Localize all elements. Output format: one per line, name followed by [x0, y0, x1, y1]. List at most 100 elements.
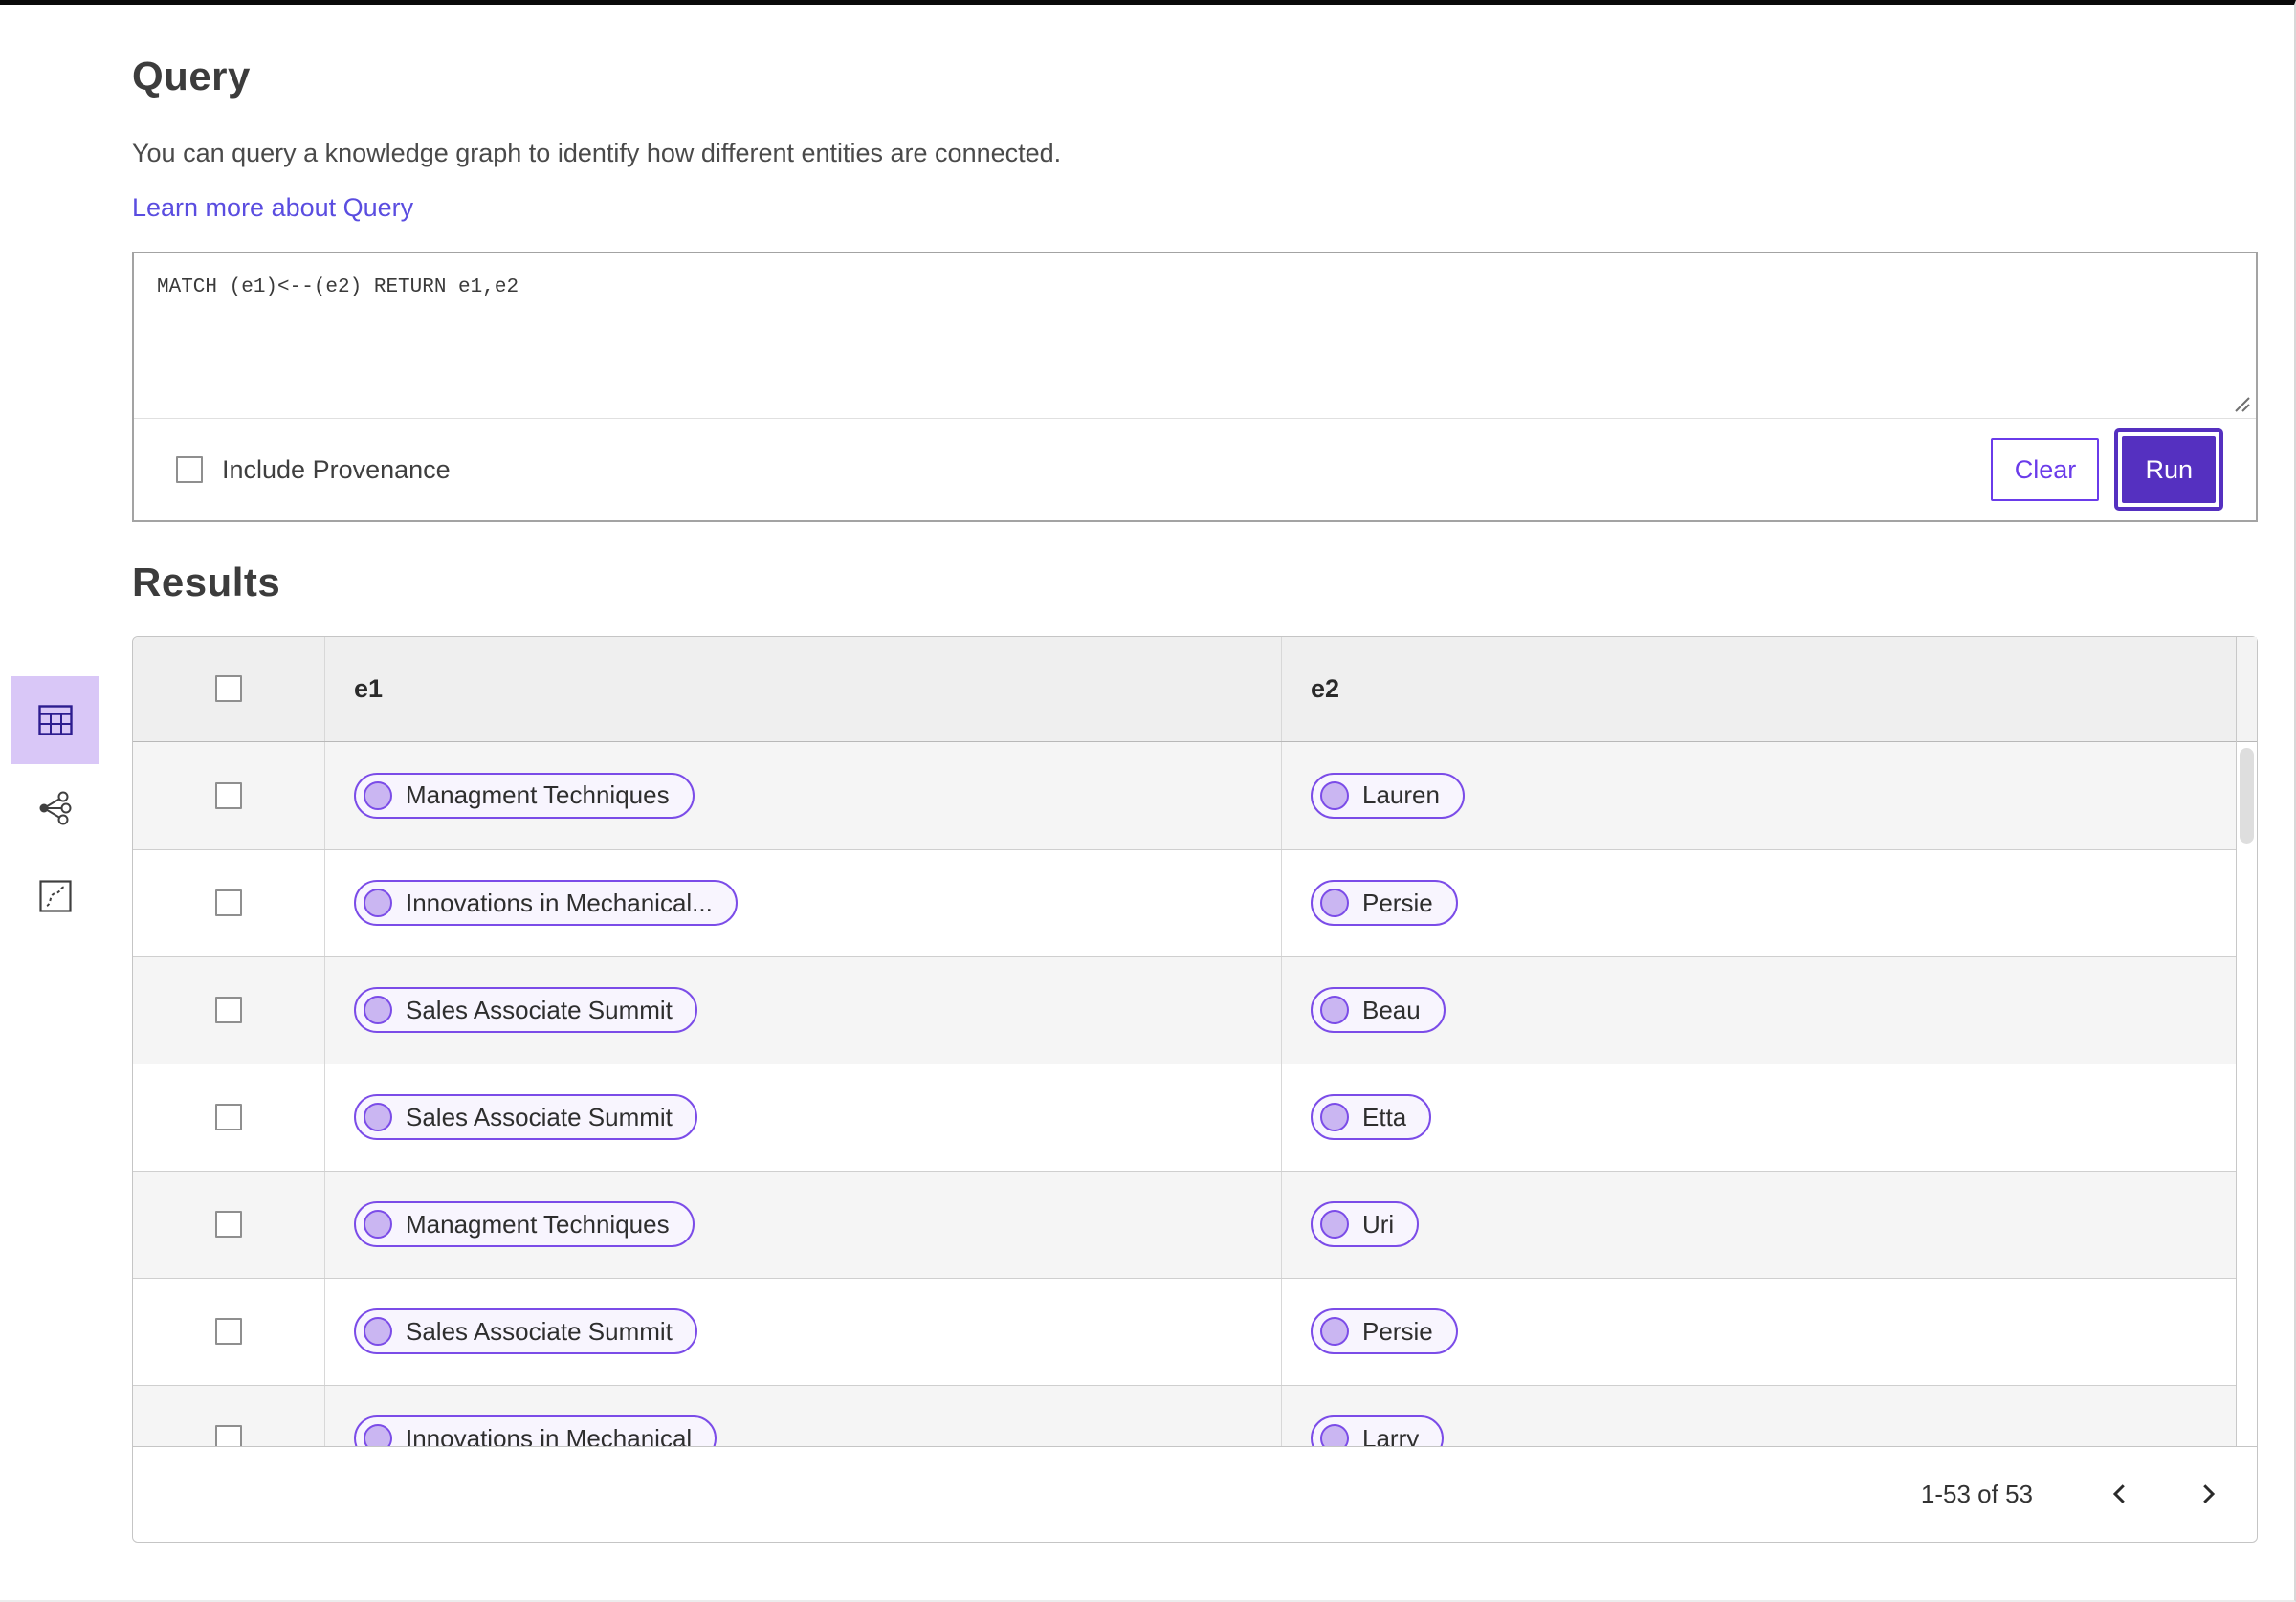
main-content: Query You can query a knowledge graph to… — [132, 5, 2258, 1543]
select-all-cell — [133, 637, 324, 741]
scrollbar-thumb[interactable] — [2240, 747, 2254, 844]
entity-pill-e2[interactable]: Persie — [1311, 1308, 1458, 1355]
view-switcher — [11, 676, 99, 940]
cell-e2: Uri — [1281, 1171, 2257, 1278]
column-header-e2[interactable]: e2 — [1281, 636, 2257, 741]
entity-pill-e2[interactable]: Lauren — [1311, 772, 1465, 819]
cell-e1: Sales Associate Summit — [324, 956, 1281, 1064]
chart-icon — [39, 880, 72, 912]
table-body: Managment Techniques Lauren Innovations … — [133, 741, 2257, 1446]
cell-e1: Innovations in Mechanical — [324, 1385, 1281, 1446]
entity-pill-e2[interactable]: Etta — [1311, 1094, 1432, 1141]
row-checkbox[interactable] — [215, 1425, 242, 1446]
table-footer: 1-53 of 53 — [133, 1445, 2257, 1542]
entity-pill-e1[interactable]: Innovations in Mechanical... — [354, 880, 738, 927]
entity-node-icon — [364, 1424, 392, 1446]
cell-e2: Lauren — [1281, 741, 2257, 849]
run-button[interactable]: Run — [2122, 436, 2216, 504]
run-button-focus-ring: Run — [2114, 428, 2223, 512]
row-checkbox[interactable] — [215, 1211, 242, 1239]
include-provenance-checkbox[interactable] — [176, 456, 203, 484]
query-input[interactable]: MATCH (e1)<--(e2) RETURN e1,e2 — [134, 253, 2256, 419]
entity-pill-e2[interactable]: Uri — [1311, 1201, 1420, 1248]
entity-label: Managment Techniques — [406, 1209, 670, 1239]
entity-node-icon — [1320, 996, 1349, 1025]
entity-pill-e1[interactable]: Managment Techniques — [354, 1201, 695, 1248]
entity-node-icon — [364, 1103, 392, 1132]
entity-label: Innovations in Mechanical... — [406, 888, 713, 917]
entity-label: Lauren — [1362, 780, 1440, 810]
table-header-row: e1 e2 — [133, 636, 2257, 742]
cell-e2: Persie — [1281, 849, 2257, 956]
cell-e1: Sales Associate Summit — [324, 1278, 1281, 1385]
entity-node-icon — [1320, 1424, 1349, 1446]
entity-pill-e1[interactable]: Sales Associate Summit — [354, 1308, 697, 1355]
entity-pill-e1[interactable]: Sales Associate Summit — [354, 987, 697, 1034]
row-checkbox[interactable] — [215, 1318, 242, 1346]
query-panel: MATCH (e1)<--(e2) RETURN e1,e2 Include P… — [132, 252, 2258, 523]
entity-pill-e1[interactable]: Managment Techniques — [354, 772, 695, 819]
row-checkbox[interactable] — [215, 997, 242, 1024]
clear-button[interactable]: Clear — [1991, 438, 2100, 502]
select-all-checkbox[interactable] — [215, 675, 242, 703]
cell-e2: Beau — [1281, 956, 2257, 1064]
entity-node-icon — [364, 889, 392, 918]
entity-node-icon — [364, 1210, 392, 1240]
entity-label: Sales Associate Summit — [406, 1102, 673, 1131]
prev-page-button[interactable] — [2104, 1478, 2136, 1510]
page-description: You can query a knowledge graph to ident… — [132, 139, 1062, 168]
chevron-right-icon — [2203, 1484, 2216, 1504]
entity-node-icon — [364, 1317, 392, 1347]
entity-label: Sales Associate Summit — [406, 995, 673, 1024]
table-row: Sales Associate Summit Etta — [133, 1063, 2257, 1171]
row-select-cell — [133, 742, 324, 849]
view-chart-button[interactable] — [11, 852, 99, 940]
network-icon — [39, 791, 72, 825]
view-table-button[interactable] — [11, 676, 99, 764]
table-row: Managment Techniques Lauren — [133, 741, 2257, 849]
row-select-cell — [133, 957, 324, 1064]
entity-label: Innovations in Mechanical — [406, 1423, 693, 1446]
table-icon — [38, 705, 73, 735]
column-header-e1[interactable]: e1 — [324, 636, 1281, 741]
entity-pill-e1[interactable]: Innovations in Mechanical — [354, 1415, 718, 1446]
table-scrollbar[interactable] — [2236, 636, 2257, 1447]
row-checkbox[interactable] — [215, 889, 242, 917]
row-select-cell — [133, 1386, 324, 1446]
learn-more-link[interactable]: Learn more about Query — [132, 193, 413, 223]
results-table-panel: e1 e2 Managment Techniques Lauren Innova… — [132, 635, 2258, 1543]
entity-node-icon — [364, 996, 392, 1025]
entity-label: Larry — [1362, 1423, 1420, 1446]
resize-handle-icon[interactable] — [2228, 390, 2251, 413]
next-page-button[interactable] — [2192, 1478, 2224, 1510]
entity-label: Managment Techniques — [406, 780, 670, 810]
table-row: Innovations in Mechanical Larry — [133, 1384, 2257, 1446]
row-select-cell — [133, 1279, 324, 1385]
cell-e1: Sales Associate Summit — [324, 1064, 1281, 1171]
table-row: Sales Associate Summit Beau — [133, 955, 2257, 1064]
entity-label: Beau — [1362, 995, 1421, 1024]
row-checkbox[interactable] — [215, 781, 242, 809]
entity-label: Etta — [1362, 1102, 1407, 1131]
row-select-cell — [133, 1064, 324, 1171]
cell-e1: Managment Techniques — [324, 1171, 1281, 1278]
entity-pill-e2[interactable]: Persie — [1311, 880, 1458, 927]
results-title: Results — [132, 560, 281, 605]
table-row: Innovations in Mechanical... Persie — [133, 848, 2257, 956]
view-network-button[interactable] — [11, 764, 99, 852]
table-row: Managment Techniques Uri — [133, 1170, 2257, 1278]
table-row: Sales Associate Summit Persie — [133, 1277, 2257, 1385]
cell-e2: Larry — [1281, 1385, 2257, 1446]
entity-pill-e2[interactable]: Larry — [1311, 1415, 1445, 1446]
chevron-left-icon — [2112, 1484, 2125, 1504]
entity-pill-e2[interactable]: Beau — [1311, 987, 1446, 1034]
entity-node-icon — [1320, 780, 1349, 810]
entity-pill-e1[interactable]: Sales Associate Summit — [354, 1094, 697, 1141]
row-checkbox[interactable] — [215, 1104, 242, 1131]
cell-e1: Innovations in Mechanical... — [324, 849, 1281, 956]
pagination-label: 1-53 of 53 — [1920, 1479, 2033, 1508]
entity-node-icon — [1320, 1103, 1349, 1132]
entity-label: Uri — [1362, 1209, 1395, 1239]
row-select-cell — [133, 850, 324, 956]
entity-node-icon — [1320, 1317, 1349, 1347]
